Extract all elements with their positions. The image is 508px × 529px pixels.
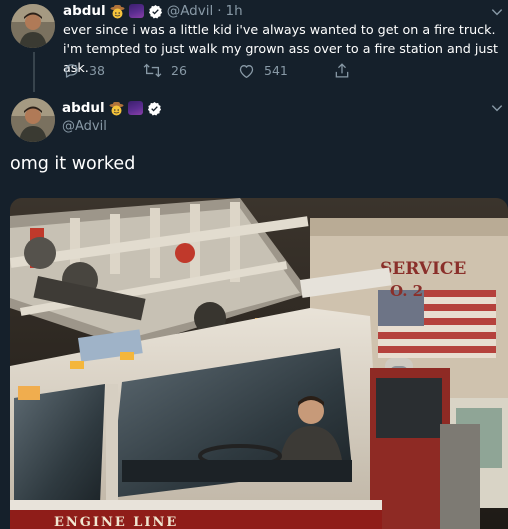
- tweet-header: abdul: [62, 100, 162, 116]
- reply-button[interactable]: 38: [63, 62, 143, 79]
- like-button[interactable]: 541: [238, 63, 334, 79]
- reply-count: 38: [89, 63, 105, 78]
- display-name[interactable]: abdul: [63, 3, 106, 19]
- share-button[interactable]: [334, 62, 350, 79]
- separator-dot: ·: [217, 3, 222, 19]
- reply-icon: [63, 62, 80, 79]
- cowboy-emoji-icon: [109, 101, 124, 116]
- station-sign-number: O. 2: [390, 282, 423, 300]
- truck-lettering: ENGINE LINE: [54, 515, 178, 529]
- tweet-text: omg it worked: [10, 154, 136, 174]
- verified-badge-icon: [147, 101, 162, 116]
- verified-badge-icon: [148, 4, 163, 19]
- display-name[interactable]: abdul: [62, 100, 105, 116]
- like-count: 541: [264, 63, 288, 78]
- like-icon: [238, 63, 255, 79]
- tweet-photo[interactable]: SERVICE O. 2 ENGINE LINE: [10, 198, 508, 529]
- chevron-down-icon[interactable]: [490, 100, 504, 114]
- tweet-actions: 38 26 541: [63, 62, 350, 79]
- tweet-header: abdul @Advil · 1h: [63, 3, 243, 19]
- thread-line: [33, 52, 35, 92]
- avatar[interactable]: [11, 98, 55, 142]
- handle[interactable]: @Advil: [167, 3, 214, 19]
- cowboy-emoji-icon: [110, 4, 125, 19]
- retweet-icon: [143, 62, 162, 79]
- retweet-button[interactable]: 26: [143, 62, 238, 79]
- handle[interactable]: @Advil: [62, 119, 107, 134]
- avatar[interactable]: [11, 4, 55, 48]
- flag: [378, 290, 496, 358]
- retweet-count: 26: [171, 63, 187, 78]
- fire-truck-image: SERVICE O. 2 ENGINE LINE: [10, 198, 508, 529]
- station-sign-text: SERVICE: [380, 259, 466, 279]
- night-sky-emoji-icon: [127, 101, 143, 115]
- night-sky-emoji-icon: [128, 4, 144, 18]
- share-icon: [334, 62, 350, 79]
- chevron-down-icon[interactable]: [490, 4, 504, 18]
- timestamp[interactable]: 1h: [226, 3, 243, 19]
